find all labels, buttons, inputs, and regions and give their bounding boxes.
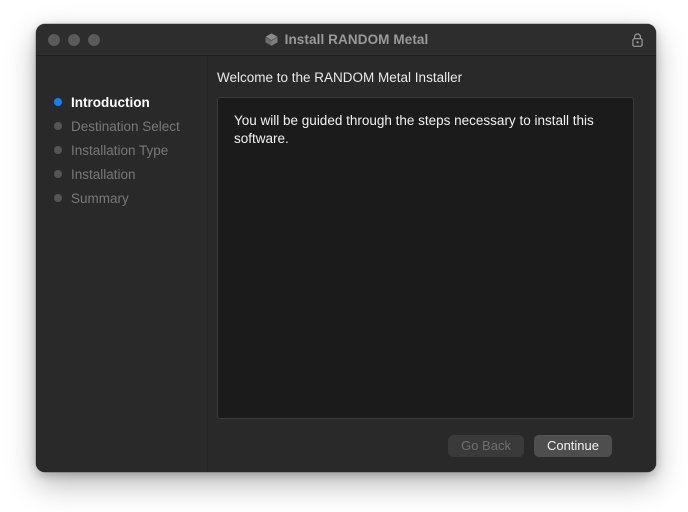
welcome-message: You will be guided through the steps nec… <box>234 113 594 146</box>
page-title: Welcome to the RANDOM Metal Installer <box>217 70 463 85</box>
step-dot-icon <box>54 194 62 202</box>
sidebar-item-summary[interactable]: Summary <box>36 186 207 210</box>
window-controls <box>48 24 100 55</box>
sidebar-item-label: Introduction <box>71 94 150 110</box>
continue-button[interactable]: Continue <box>533 434 612 457</box>
step-dot-icon <box>54 170 62 178</box>
minimize-button[interactable] <box>68 33 80 46</box>
package-icon <box>265 33 278 46</box>
sidebar-item-destination-select[interactable]: Destination Select <box>36 114 207 138</box>
sidebar-item-introduction[interactable]: Introduction <box>36 90 207 114</box>
screen: Install RANDOM Metal Introduction Destin… <box>0 0 688 512</box>
installer-window: Install RANDOM Metal Introduction Destin… <box>36 24 656 472</box>
sidebar-item-installation[interactable]: Installation <box>36 162 207 186</box>
sidebar-item-label: Installation Type <box>71 142 169 158</box>
sidebar-item-label: Destination Select <box>71 118 180 134</box>
window-title-group: Install RANDOM Metal <box>36 24 656 55</box>
window-title: Install RANDOM Metal <box>284 32 429 47</box>
sidebar-item-installation-type[interactable]: Installation Type <box>36 138 207 162</box>
step-dot-icon <box>54 122 62 130</box>
sidebar-item-label: Installation <box>71 166 136 182</box>
step-dot-icon <box>54 146 62 154</box>
go-back-button[interactable]: Go Back <box>448 434 524 457</box>
installer-content: Welcome to the RANDOM Metal Installer Yo… <box>208 56 656 472</box>
installer-steps-sidebar: Introduction Destination Select Installa… <box>36 56 208 472</box>
welcome-panel: You will be guided through the steps nec… <box>217 97 634 419</box>
zoom-button[interactable] <box>88 33 100 46</box>
step-dot-icon <box>54 98 62 106</box>
close-button[interactable] <box>48 33 60 46</box>
installer-footer: Go Back Continue <box>217 419 634 472</box>
window-body: Introduction Destination Select Installa… <box>36 56 656 472</box>
sidebar-item-label: Summary <box>71 190 129 206</box>
lock-closed-icon[interactable] <box>631 32 644 47</box>
window-titlebar[interactable]: Install RANDOM Metal <box>36 24 656 56</box>
